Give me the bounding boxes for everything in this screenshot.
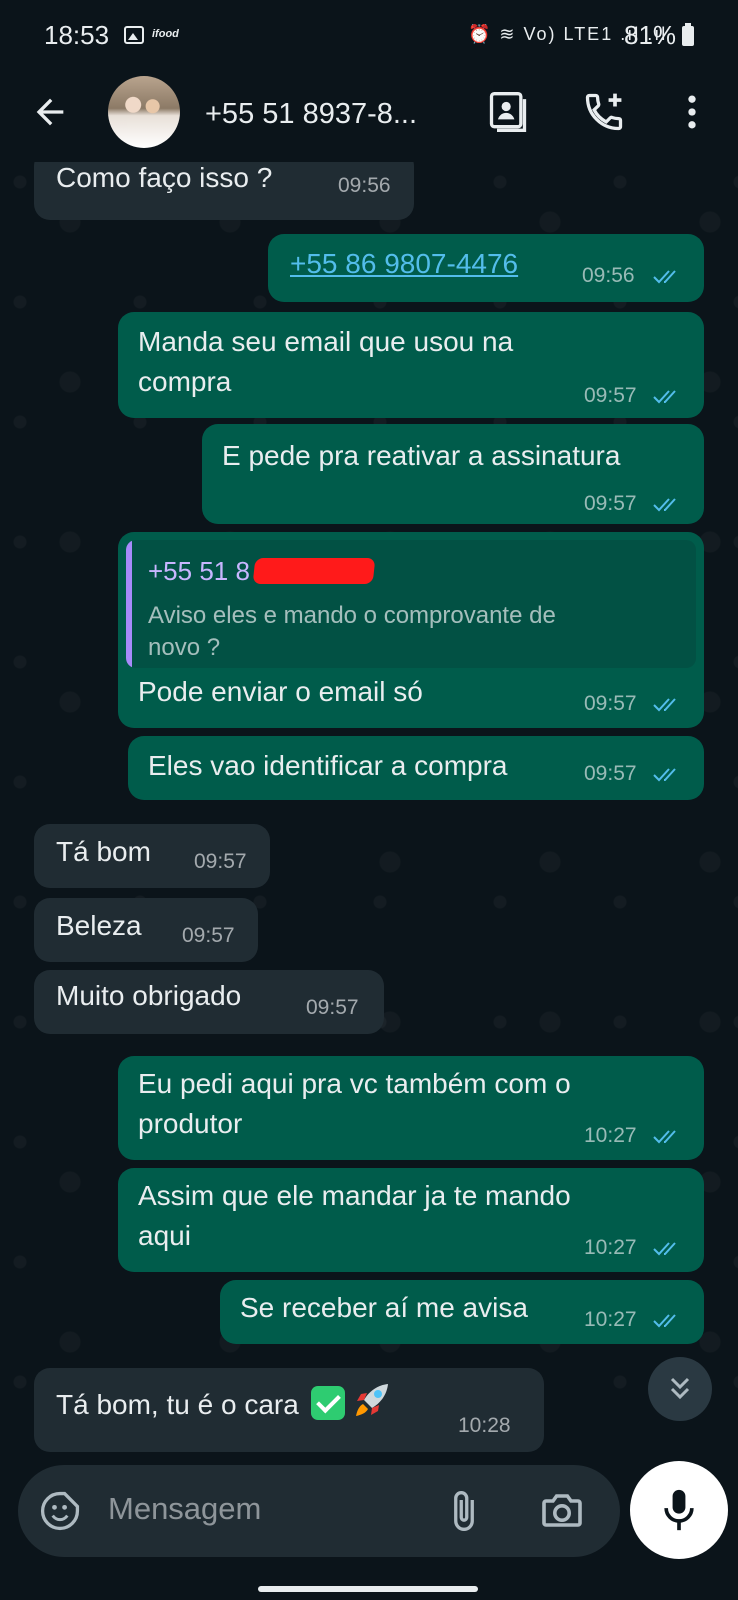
read-ticks-icon [653,498,676,512]
message-text-line: Eu pedi aqui pra vc também com o [138,1068,571,1099]
camera-icon[interactable] [538,1487,586,1535]
read-ticks-icon [653,1130,676,1144]
scroll-to-bottom-button[interactable] [648,1357,712,1421]
message-text: Tá bom, tu é o cara [56,1389,299,1420]
contact-card-icon[interactable] [486,90,530,134]
sticker-icon[interactable] [38,1489,82,1533]
home-indicator[interactable] [258,1586,478,1592]
message-time: 09:57 [182,924,235,947]
message-outgoing-reply[interactable]: +55 51 8 Aviso eles e mando o comprovant… [118,532,704,728]
message-incoming[interactable]: Como faço isso ? 09:56 [34,162,414,220]
message-list[interactable]: Como faço isso ? 09:56 +55 86 9807-4476 … [0,162,738,1462]
voice-message-button[interactable] [630,1461,728,1559]
read-ticks-icon [653,390,676,404]
message-time: 09:56 [338,174,391,197]
message-incoming[interactable]: Beleza 09:57 [34,898,258,962]
quoted-message[interactable]: +55 51 8 Aviso eles e mando o comprovant… [126,540,696,668]
message-outgoing[interactable]: Eu pedi aqui pra vc também com o produto… [118,1056,704,1160]
battery-percent: 81% [624,20,677,50]
read-ticks-icon [653,1242,676,1256]
gallery-notification-icon [124,26,144,44]
message-time: 10:27 [584,1308,637,1331]
add-call-icon[interactable] [582,90,626,134]
message-time: 09:56 [582,264,635,287]
more-vert-icon[interactable] [670,90,714,134]
message-incoming[interactable]: Tá bom, tu é o cara 10:28 [34,1368,544,1452]
message-outgoing[interactable]: E pede pra reativar a assinatura 09:57 [202,424,704,524]
read-ticks-icon [653,1314,676,1328]
phone-link[interactable]: +55 86 9807-4476 [290,244,518,284]
message-outgoing[interactable]: Eles vao identificar a compra 09:57 [128,736,704,800]
message-outgoing[interactable]: +55 86 9807-4476 09:56 [268,234,704,302]
message-composer: Mensagem [18,1465,620,1557]
message-text: Eles vao identificar a compra [148,750,508,781]
message-text-line: produtor [138,1108,243,1139]
message-text: Se receber aí me avisa [240,1292,528,1323]
rocket-emoji [356,1384,389,1416]
check-mark-emoji [310,1386,345,1420]
message-time: 09:57 [584,492,637,515]
microphone-icon [664,1489,694,1531]
message-time: 09:57 [306,996,359,1019]
avatar[interactable] [108,76,180,148]
message-text: E pede pra reativar a assinatura [222,440,621,471]
quoted-text-line: Aviso eles e mando o comprovante de [148,602,556,629]
message-text-line: Manda seu email que usou na [138,326,514,357]
message-time: 09:57 [584,762,637,785]
read-ticks-icon [653,270,676,284]
message-incoming[interactable]: Tá bom 09:57 [34,824,270,888]
message-outgoing[interactable]: Se receber aí me avisa 10:27 [220,1280,704,1344]
status-bar: 18:53 ifood ⏰ ≋ Vo) LTE1 .ıl .ıl 81% [0,0,738,70]
message-incoming[interactable]: Muito obrigado 09:57 [34,970,384,1034]
message-text: Muito obrigado [56,980,242,1011]
message-text-line: compra [138,366,232,397]
double-chevron-down-icon [670,1377,690,1400]
quote-accent-bar [126,540,132,668]
message-time: 10:27 [584,1124,637,1147]
message-text: Beleza [56,910,142,941]
chat-header: +55 51 8937-8... [0,70,738,162]
message-outgoing[interactable]: Assim que ele mandar ja te mando aqui 10… [118,1168,704,1272]
read-ticks-icon [653,768,676,782]
message-text: Tá bom [56,836,151,867]
status-time: 18:53 [44,20,110,50]
message-time: 09:57 [194,850,247,873]
message-text-line: Assim que ele mandar ja te mando [138,1180,571,1211]
message-input[interactable]: Mensagem [108,1491,261,1527]
back-arrow-icon[interactable] [30,92,70,132]
message-time: 10:28 [458,1414,511,1437]
ifood-notification-icon: ifood [152,28,179,40]
redaction-mark [252,558,376,584]
battery-icon [682,23,694,46]
message-time: 09:57 [584,384,637,407]
contact-name[interactable]: +55 51 8937-8... [205,98,417,131]
system-nav-bar [0,1560,738,1600]
quoted-text-line: novo ? [148,634,221,661]
message-text: Pode enviar o email só [138,676,423,707]
message-time: 09:57 [584,692,637,715]
message-outgoing[interactable]: Manda seu email que usou na compra 09:57 [118,312,704,418]
quoted-sender: +55 51 8 [148,556,250,586]
message-text-line: aqui [138,1220,191,1251]
message-time: 10:27 [584,1236,637,1259]
read-ticks-icon [653,698,676,712]
attach-icon[interactable] [442,1489,486,1533]
message-text-row: Tá bom, tu é o cara [56,1382,392,1425]
message-text: Como faço isso ? [56,162,273,193]
